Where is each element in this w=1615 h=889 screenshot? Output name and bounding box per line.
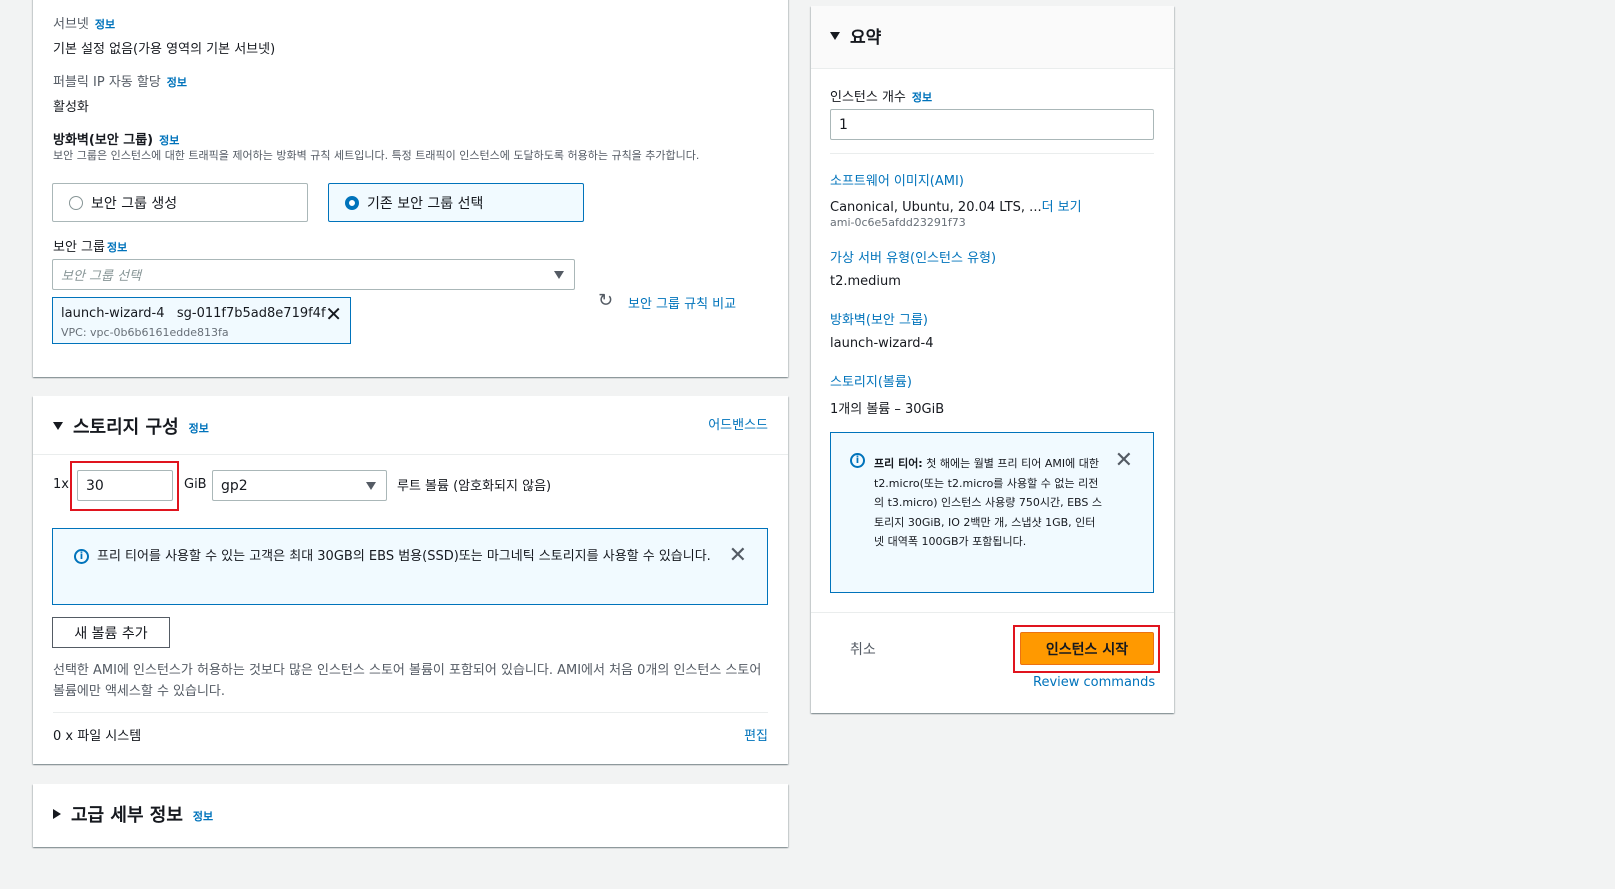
radio-create-security-group[interactable]: 보안 그룹 생성 — [52, 183, 308, 222]
firewall-info-link[interactable]: 정보 — [159, 134, 179, 147]
instance-count-info-link[interactable]: 정보 — [912, 91, 932, 104]
storage-card: 스토리지 구성 정보 어드밴스드 1x 30 GiB gp2 루트 볼륨 (암호… — [33, 396, 788, 764]
firewall-label: 방화벽(보안 그룹) — [53, 133, 154, 148]
storage-link[interactable]: 스토리지(볼륨) — [830, 371, 912, 390]
security-group-label-row: 보안 그룹 정보 — [53, 236, 127, 255]
radio-unselected-icon — [69, 195, 83, 210]
advanced-info-link[interactable]: 정보 — [193, 808, 213, 824]
firewall-description: 보안 그룹은 인스턴스에 대한 트래픽을 제어하는 방화벽 규칙 세트입니다. … — [53, 149, 700, 162]
firewall-label-row: 방화벽(보안 그룹) 정보 — [53, 129, 179, 148]
security-group-placeholder: 보안 그룹 선택 — [61, 269, 142, 284]
summary-header-row: 요약 — [830, 23, 881, 48]
caret-down-icon — [366, 482, 376, 490]
volume-size-unit: GiB — [184, 477, 207, 492]
info-circle-icon: i — [74, 549, 89, 564]
token-vpc: VPC: vpc-0b6b6161edde813fa — [61, 326, 229, 339]
token-name: launch-wizard-4 — [61, 306, 165, 321]
storage-title: 스토리지 구성 — [73, 417, 179, 438]
advanced-header[interactable]: 고급 세부 정보 정보 — [53, 801, 213, 827]
network-settings-card: 서브넷 정보 기본 설정 없음(가용 영역의 기본 서브넷) 퍼블릭 IP 자동 … — [33, 0, 788, 377]
security-group-select[interactable]: 보안 그룹 선택 — [52, 259, 575, 290]
collapse-caret-icon — [830, 31, 840, 40]
instance-count-label-row: 인스턴스 개수 정보 — [830, 86, 932, 105]
storage-header[interactable]: 스토리지 구성 정보 — [53, 413, 209, 439]
firewall-value: launch-wizard-4 — [830, 336, 934, 351]
radio-selected-icon — [345, 195, 359, 210]
volume-size-input[interactable]: 30 — [77, 470, 173, 501]
subnet-label-row: 서브넷 정보 — [53, 13, 115, 32]
freetier-text: 첫 해에는 월별 프리 티어 AMI에 대한 t2.micro(또는 t2.mi… — [874, 457, 1103, 548]
radio-existing-label: 기존 보안 그룹 선택 — [367, 195, 484, 212]
storage-value: 1개의 볼륨 – 30GiB — [830, 402, 945, 417]
instance-count-input[interactable]: 1 — [830, 109, 1154, 140]
public-ip-label: 퍼블릭 IP 자동 할당 — [53, 75, 161, 90]
public-ip-info-link[interactable]: 정보 — [167, 76, 187, 89]
ami-value-row: Canonical, Ubuntu, 20.04 LTS, ...더 보기 — [830, 196, 1082, 215]
subnet-label: 서브넷 — [53, 17, 89, 32]
instance-count-label: 인스턴스 개수 — [830, 90, 906, 105]
instance-type-link[interactable]: 가상 서버 유형(인스턴스 유형) — [830, 247, 996, 266]
security-group-token: launch-wizard-4 sg-011f7b5ad8e719f4f VPC… — [52, 297, 351, 344]
freetier-bold-label: 프리 티어: — [874, 457, 923, 470]
radio-create-label: 보안 그룹 생성 — [91, 195, 178, 212]
volume-count-prefix: 1x — [53, 477, 69, 492]
alert-close-icon[interactable]: ✕ — [729, 545, 747, 567]
firewall-link[interactable]: 방화벽(보안 그룹) — [830, 309, 928, 328]
summary-header-divider — [811, 68, 1174, 69]
public-ip-value: 활성화 — [53, 100, 89, 115]
cancel-button[interactable]: 취소 — [850, 639, 876, 659]
summary-footer-divider — [811, 612, 1174, 613]
security-group-info-link[interactable]: 정보 — [107, 241, 127, 254]
root-volume-description: 루트 볼륨 (암호화되지 않음) — [397, 479, 552, 494]
advanced-link[interactable]: 어드밴스드 — [708, 414, 768, 433]
collapse-caret-icon — [53, 422, 63, 430]
filesystem-divider — [53, 712, 768, 713]
volume-type-value: gp2 — [221, 477, 248, 494]
ami-link[interactable]: 소프트웨어 이미지(AMI) — [830, 170, 964, 189]
summary-divider — [830, 153, 1154, 154]
token-id: sg-011f7b5ad8e719f4f — [176, 306, 326, 321]
storage-divider — [33, 454, 788, 455]
advanced-title: 고급 세부 정보 — [71, 805, 183, 826]
summary-header[interactable]: 요약 — [811, 6, 1174, 68]
advanced-details-card: 고급 세부 정보 정보 — [33, 784, 788, 847]
summary-freetier-text-block: 프리 티어: 첫 해에는 월별 프리 티어 AMI에 대한 t2.micro(또… — [874, 454, 1104, 552]
token-remove-icon[interactable]: ✕ — [325, 304, 342, 324]
filesystem-count: 0 x 파일 시스템 — [53, 729, 142, 744]
compare-rules-link[interactable]: 보안 그룹 규칙 비교 — [628, 293, 736, 312]
summary-card: 요약 인스턴스 개수 정보 1 소프트웨어 이미지(AMI) Canonical,… — [811, 6, 1174, 713]
ami-instance-store-note: 선택한 AMI에 인스턴스가 허용하는 것보다 많은 인스턴스 스토어 볼륨이 … — [53, 663, 762, 699]
review-commands-link[interactable]: Review commands — [1033, 675, 1155, 690]
ami-more-link[interactable]: 더 보기 — [1042, 200, 1082, 215]
subnet-value: 기본 설정 없음(가용 영역의 기본 서브넷) — [53, 42, 276, 57]
token-name-row: launch-wizard-4 sg-011f7b5ad8e719f4f — [61, 306, 326, 321]
info-circle-icon: i — [850, 453, 865, 468]
storage-freetier-text: 프리 티어를 사용할 수 있는 고객은 최대 30GB의 EBS 범용(SSD)… — [97, 549, 711, 564]
security-group-label: 보안 그룹 — [53, 240, 105, 255]
summary-title: 요약 — [850, 28, 882, 48]
storage-info-link[interactable]: 정보 — [189, 420, 209, 436]
add-volume-button[interactable]: 새 볼륨 추가 — [52, 617, 170, 648]
public-ip-label-row: 퍼블릭 IP 자동 할당 정보 — [53, 71, 187, 90]
caret-down-icon — [554, 271, 564, 279]
expand-caret-icon — [53, 809, 61, 819]
alert-close-icon[interactable]: ✕ — [1115, 450, 1133, 472]
refresh-icon[interactable]: ↻ — [598, 290, 613, 311]
instance-type-value: t2.medium — [830, 274, 901, 289]
ami-id: ami-0c6e5afdd23291f73 — [830, 216, 966, 229]
launch-instance-button[interactable]: 인스턴스 시작 — [1020, 632, 1154, 665]
storage-freetier-alert: i 프리 티어를 사용할 수 있는 고객은 최대 30GB의 EBS 범용(SS… — [52, 528, 768, 605]
radio-existing-security-group[interactable]: 기존 보안 그룹 선택 — [328, 183, 584, 222]
filesystem-edit-link[interactable]: 편집 — [744, 725, 768, 744]
subnet-info-link[interactable]: 정보 — [95, 18, 115, 31]
ami-value: Canonical, Ubuntu, 20.04 LTS, ... — [830, 200, 1042, 215]
summary-freetier-alert: i 프리 티어: 첫 해에는 월별 프리 티어 AMI에 대한 t2.micro… — [830, 432, 1154, 593]
volume-type-select[interactable]: gp2 — [212, 470, 387, 501]
